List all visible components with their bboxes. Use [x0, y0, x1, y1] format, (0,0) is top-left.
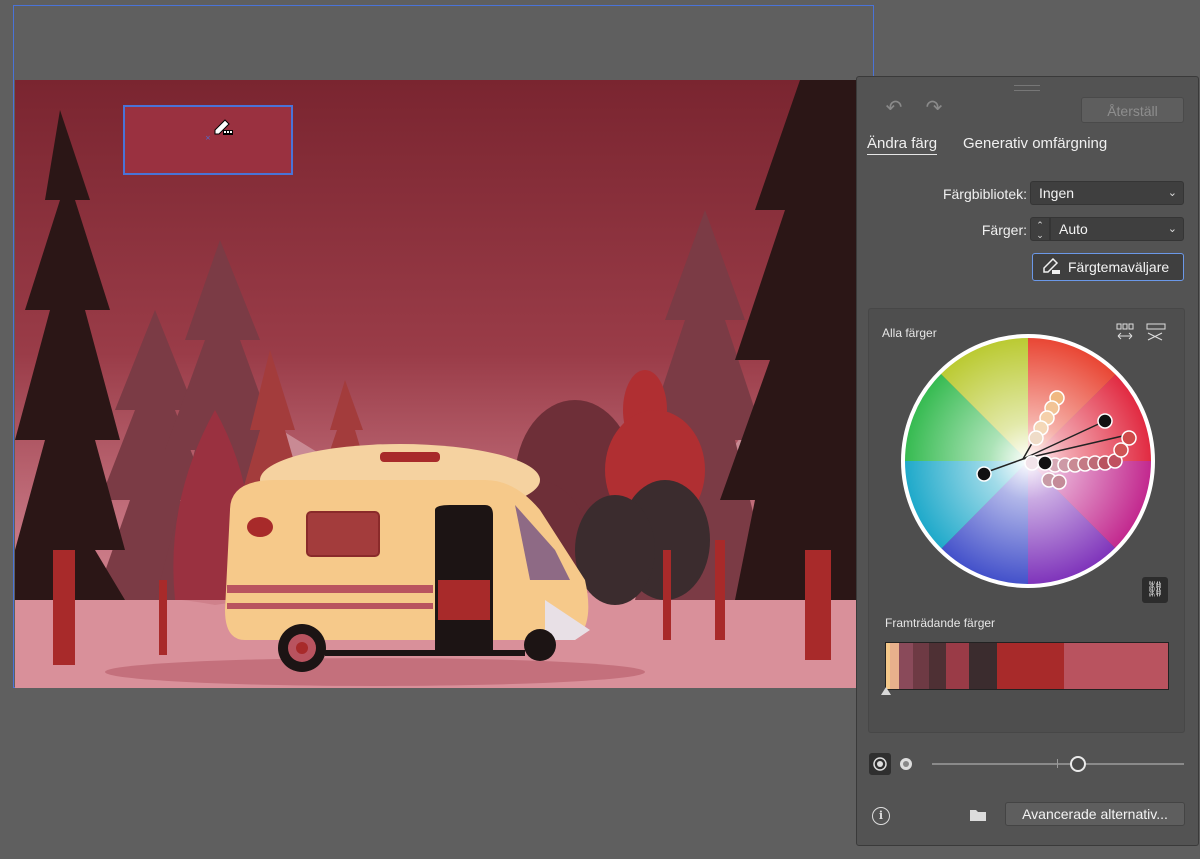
prominent-color-segment[interactable]	[946, 643, 969, 689]
color-library-dropdown[interactable]: Ingen ⌄	[1030, 181, 1184, 205]
prominent-colors-title: Framträdande färger	[885, 616, 996, 630]
redo-icon[interactable]: ↷	[923, 97, 945, 119]
colors-stepper[interactable]: ⌃ ⌄	[1030, 217, 1050, 241]
brightness-slider-track[interactable]	[932, 763, 1184, 765]
tab-generative-recolor[interactable]: Generativ omfärgning	[963, 135, 1107, 152]
prominent-color-segment[interactable]	[929, 643, 947, 689]
color-theme-picker-label: Färgtemaväljare	[1068, 259, 1170, 275]
svg-text:×: ×	[205, 134, 211, 142]
folder-icon[interactable]	[969, 808, 987, 827]
colors-dropdown[interactable]: Auto ⌄	[1050, 217, 1184, 241]
prominent-colors-handle[interactable]	[881, 687, 891, 695]
color-wheel-section: Alla färger ⛓ Framträdande färger	[868, 308, 1185, 733]
artboard-illustration[interactable]: ×	[15, 80, 857, 688]
info-icon[interactable]: i	[872, 807, 890, 825]
prominent-color-segment[interactable]	[898, 643, 913, 689]
colors-value: Auto	[1059, 221, 1088, 237]
saturation-mode-button[interactable]	[895, 753, 917, 775]
tab-edit-color[interactable]: Ändra färg	[867, 135, 938, 155]
colors-label: Färger:	[981, 222, 1027, 238]
recolor-panel: ↶ ↷ Återställ Ändra färg Generativ omfär…	[856, 76, 1199, 846]
reset-button[interactable]: Återställ	[1081, 97, 1184, 123]
panel-grip-handle[interactable]	[1014, 85, 1040, 91]
eyedropper-icon	[1041, 257, 1061, 284]
color-theme-picker-button[interactable]: Färgtemaväljare	[1032, 253, 1184, 281]
brightness-mode-button[interactable]	[869, 753, 891, 775]
prominent-color-segment[interactable]	[890, 643, 899, 689]
undo-icon[interactable]: ↶	[883, 97, 905, 119]
chevron-down-icon: ⌄	[1167, 223, 1177, 235]
harmony-color-wheel[interactable]	[899, 332, 1157, 595]
brightness-slider-thumb[interactable]	[1070, 756, 1087, 772]
chevron-down-icon: ⌄	[1167, 187, 1177, 199]
prominent-color-segment[interactable]	[996, 643, 1065, 689]
prominent-color-segment[interactable]	[912, 643, 930, 689]
prominent-color-segment[interactable]	[968, 643, 997, 689]
link-harmony-colors-icon[interactable]: ⛓	[1142, 577, 1168, 603]
color-library-value: Ingen	[1039, 185, 1075, 201]
color-library-label: Färgbibliotek:	[942, 186, 1027, 202]
prominent-color-segment[interactable]	[1064, 643, 1168, 689]
slider-center-tick	[1057, 759, 1058, 768]
advanced-options-button[interactable]: Avancerade alternativ...	[1005, 802, 1185, 826]
prominent-colors-bar[interactable]	[885, 642, 1169, 690]
